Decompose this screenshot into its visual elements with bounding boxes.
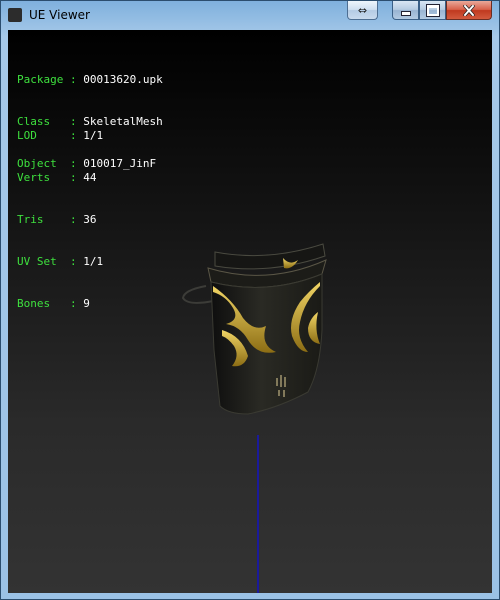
3d-viewport[interactable]: Package : 00013620.upk Class : SkeletalM… <box>8 30 492 593</box>
title-bar[interactable]: UE Viewer ⇔ <box>1 1 499 29</box>
mesh-render <box>181 243 327 415</box>
mesh-top-band <box>214 243 326 270</box>
mesh-body <box>210 273 323 415</box>
close-icon <box>463 4 475 16</box>
app-window: UE Viewer ⇔ Package : 00013620.upk Class… <box>0 0 500 600</box>
mesh-wire <box>181 285 214 304</box>
axis-line <box>257 435 259 593</box>
swap-arrows-icon: ⇔ <box>357 3 368 17</box>
swap-button[interactable]: ⇔ <box>347 1 378 20</box>
maximize-button[interactable] <box>419 1 446 20</box>
minimize-icon <box>400 10 411 16</box>
window-title: UE Viewer <box>29 8 90 22</box>
minimize-button[interactable] <box>392 1 419 20</box>
close-button[interactable] <box>446 1 492 20</box>
app-icon <box>8 8 22 22</box>
maximize-icon <box>426 4 439 16</box>
